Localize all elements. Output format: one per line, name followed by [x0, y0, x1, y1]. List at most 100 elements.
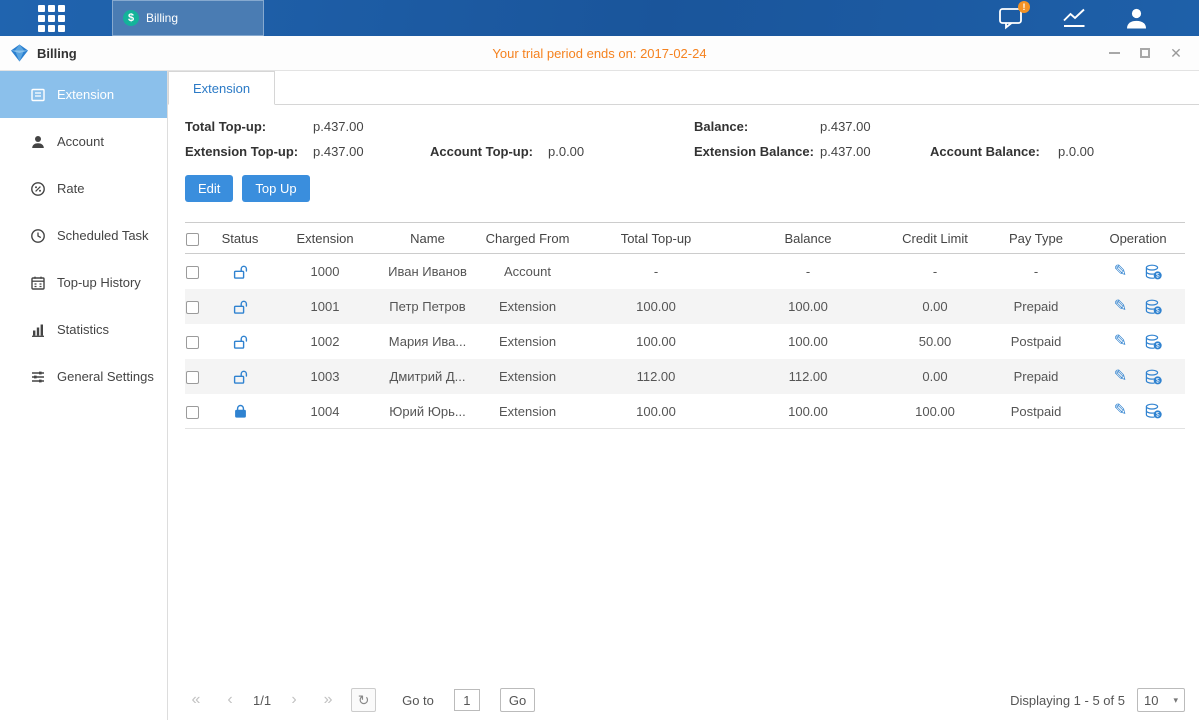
col-charged-from: Charged From — [470, 231, 585, 246]
sidebar-item-rate[interactable]: Rate — [0, 165, 167, 212]
col-pay-type: Pay Type — [981, 231, 1091, 246]
name-cell: Иван Иванов — [385, 264, 470, 279]
pay-type-cell: Prepaid — [981, 369, 1091, 384]
tab-extension[interactable]: Extension — [168, 71, 275, 105]
row-checkbox[interactable] — [186, 371, 199, 384]
summary-label: Extension Top-up: — [185, 144, 313, 159]
sidebar-item-extension[interactable]: Extension — [0, 71, 167, 118]
edit-icon[interactable]: ✎ — [1114, 299, 1127, 315]
topup-icon[interactable]: $ — [1145, 299, 1162, 315]
sidebar-item-topup-history[interactable]: Top-up History — [0, 259, 167, 306]
status-lock-icon — [233, 368, 248, 383]
summary-value: p.437.00 — [820, 144, 871, 159]
col-balance: Balance — [727, 231, 889, 246]
user-account-icon[interactable] — [1124, 7, 1149, 30]
credit-limit-cell: 50.00 — [889, 334, 981, 349]
svg-text:$: $ — [1156, 307, 1160, 314]
row-checkbox[interactable] — [186, 406, 199, 419]
tab-row: Extension — [168, 71, 1199, 105]
charged-from-cell: Extension — [470, 369, 585, 384]
name-cell: Петр Петров — [385, 299, 470, 314]
minimize-button[interactable] — [1107, 46, 1121, 60]
edit-icon[interactable]: ✎ — [1114, 369, 1127, 385]
sidebar-item-label: Account — [57, 134, 104, 149]
billing-app-tab[interactable]: $ Billing — [112, 0, 264, 36]
displaying-text: Displaying 1 - 5 of 5 — [1010, 693, 1125, 708]
close-button[interactable]: ✕ — [1169, 46, 1183, 60]
total-topup-summary: Total Top-up: p.437.00 — [185, 119, 430, 134]
table-row: 1001 Петр Петров Extension 100.00 100.00… — [185, 289, 1185, 324]
sidebar-item-label: General Settings — [57, 369, 154, 384]
svg-text:$: $ — [1156, 342, 1160, 349]
credit-limit-cell: - — [889, 264, 981, 279]
total-topup-cell: 100.00 — [585, 404, 727, 419]
col-name: Name — [385, 231, 470, 246]
extension-topup-summary: Extension Top-up: p.437.00 — [185, 144, 430, 159]
balance-cell: 112.00 — [727, 369, 889, 384]
main-content: Extension Total Top-up: p.437.00 Balance… — [168, 71, 1199, 720]
sidebar-item-general-settings[interactable]: General Settings — [0, 353, 167, 400]
prev-page-button[interactable]: ‹ — [219, 689, 241, 711]
charged-from-cell: Extension — [470, 404, 585, 419]
charged-from-cell: Account — [470, 264, 585, 279]
sidebar-item-label: Statistics — [57, 322, 109, 337]
summary-label: Extension Balance: — [694, 144, 820, 159]
pay-type-cell: - — [981, 264, 1091, 279]
refresh-icon[interactable]: ↻ — [351, 688, 376, 712]
edit-icon[interactable]: ✎ — [1114, 334, 1127, 350]
sidebar-item-scheduled-task[interactable]: Scheduled Task — [0, 212, 167, 259]
page-size-select[interactable]: 10 ▾ — [1137, 688, 1185, 712]
extension-cell: 1002 — [265, 334, 385, 349]
maximize-button[interactable] — [1138, 46, 1152, 60]
app-launcher-icon[interactable] — [38, 5, 65, 32]
topup-icon[interactable]: $ — [1145, 403, 1162, 419]
goto-page-input[interactable] — [454, 689, 480, 711]
svg-text:$: $ — [1156, 377, 1160, 384]
name-cell: Юрий Юрь... — [385, 404, 470, 419]
top-bar: $ Billing ! — [0, 0, 1199, 36]
select-all-checkbox[interactable] — [186, 233, 199, 246]
sidebar-item-account[interactable]: Account — [0, 118, 167, 165]
balance-cell: 100.00 — [727, 404, 889, 419]
account-topup-summary: Account Top-up: p.0.00 — [430, 144, 694, 159]
next-page-button[interactable]: › — [283, 689, 305, 711]
sidebar-item-label: Rate — [57, 181, 84, 196]
topup-icon[interactable]: $ — [1145, 334, 1162, 350]
spacer — [430, 119, 694, 134]
notifications-icon[interactable]: ! — [998, 6, 1025, 30]
dollar-icon: $ — [123, 10, 139, 26]
status-lock-icon — [233, 298, 248, 313]
extension-cell: 1003 — [265, 369, 385, 384]
summary-label: Balance: — [694, 119, 820, 134]
row-checkbox[interactable] — [186, 301, 199, 314]
top-up-button[interactable]: Top Up — [242, 175, 309, 202]
summary-value: p.437.00 — [820, 119, 871, 134]
summary-value: p.0.00 — [1058, 144, 1094, 159]
total-topup-cell: 100.00 — [585, 334, 727, 349]
extension-cell: 1004 — [265, 404, 385, 419]
total-topup-cell: 112.00 — [585, 369, 727, 384]
billing-app-tab-label: Billing — [146, 11, 178, 25]
edit-icon[interactable]: ✎ — [1114, 403, 1127, 419]
chevron-down-icon: ▾ — [1173, 695, 1178, 706]
edit-icon[interactable]: ✎ — [1114, 264, 1127, 280]
credit-limit-cell: 0.00 — [889, 369, 981, 384]
pay-type-cell: Postpaid — [981, 404, 1091, 419]
topup-icon[interactable]: $ — [1145, 369, 1162, 385]
row-checkbox[interactable] — [186, 266, 199, 279]
edit-button[interactable]: Edit — [185, 175, 233, 202]
credit-limit-cell: 0.00 — [889, 299, 981, 314]
bar-chart-icon — [30, 322, 46, 338]
last-page-button[interactable]: » — [317, 689, 339, 711]
col-extension: Extension — [265, 231, 385, 246]
sliders-icon — [30, 369, 46, 385]
sidebar-item-label: Scheduled Task — [57, 228, 149, 243]
go-button[interactable]: Go — [500, 688, 535, 712]
first-page-button[interactable]: « — [185, 689, 207, 711]
row-checkbox[interactable] — [186, 336, 199, 349]
sidebar-item-statistics[interactable]: Statistics — [0, 306, 167, 353]
statistics-chart-icon[interactable] — [1061, 7, 1088, 29]
col-status: Status — [215, 231, 265, 246]
topup-icon[interactable]: $ — [1145, 264, 1162, 280]
pay-type-cell: Postpaid — [981, 334, 1091, 349]
